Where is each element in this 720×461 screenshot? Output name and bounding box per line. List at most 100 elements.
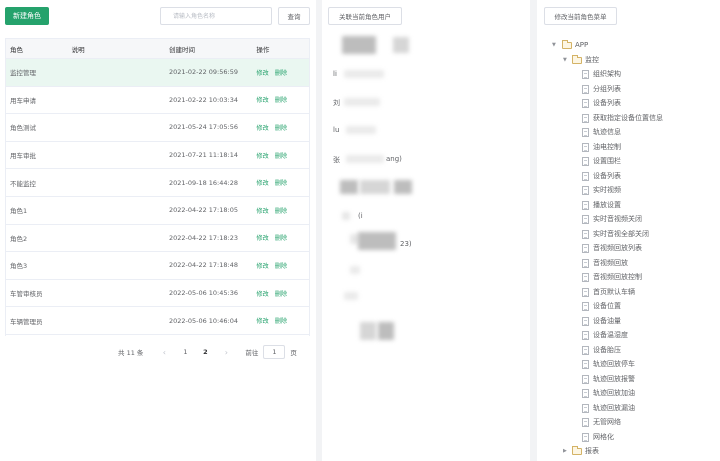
tree-leaf[interactable]: 分组列表 — [537, 82, 720, 97]
tree-leaf[interactable]: 轨迹回放漏油 — [537, 401, 720, 416]
edit-link[interactable]: 修改 — [256, 206, 268, 215]
row-actions: 修改 删除 — [256, 178, 309, 187]
table-row[interactable]: 角色测试 2021-05-24 17:05:56 修改 删除 — [6, 114, 309, 142]
edit-link[interactable]: 修改 — [256, 261, 268, 270]
table-row[interactable]: 角色1 2022-04-22 17:18:05 修改 删除 — [6, 197, 309, 225]
caret-down-icon[interactable]: ▼ — [563, 57, 567, 63]
document-icon — [582, 389, 589, 398]
delete-link[interactable]: 删除 — [275, 261, 287, 270]
goto-page-input[interactable] — [263, 345, 286, 359]
role-created: 2022-04-22 17:18:23 — [168, 233, 238, 242]
edit-role-menu-button[interactable]: 修改当前角色菜单 — [544, 7, 617, 25]
delete-link[interactable]: 删除 — [275, 206, 287, 215]
delete-link[interactable]: 删除 — [275, 289, 287, 298]
tree-leaf[interactable]: 实时音视频关闭 — [537, 212, 720, 227]
edit-link[interactable]: 修改 — [256, 316, 268, 325]
edit-link[interactable]: 修改 — [256, 233, 268, 242]
redacted-block — [346, 155, 384, 163]
delete-link[interactable]: 删除 — [275, 95, 287, 104]
table-row[interactable]: 车辆管理员 2022-05-06 10:46:04 修改 删除 — [6, 307, 309, 335]
redacted-block — [393, 37, 409, 53]
table-row[interactable]: 角色2 2022-04-22 17:18:23 修改 删除 — [6, 225, 309, 253]
tree-leaf[interactable]: 首页默认车辆 — [537, 285, 720, 300]
tree-node-report[interactable]: ▶ 报表 — [537, 444, 720, 459]
tree-leaf[interactable]: 轨迹回放报警 — [537, 372, 720, 387]
tree-leaf[interactable]: 设备温湿度 — [537, 328, 720, 343]
tree-leaf[interactable]: 音视频回放 — [537, 256, 720, 271]
chevron-left-icon[interactable]: ‹ — [153, 348, 175, 357]
tree-leaf[interactable]: 设备列表 — [537, 169, 720, 184]
table-row[interactable]: 用车审批 2021-07-21 11:18:14 修改 删除 — [6, 142, 309, 170]
tree-node-monitor[interactable]: ▼ 监控 — [537, 53, 720, 68]
tree-leaf[interactable]: 油电控制 — [537, 140, 720, 155]
edit-link[interactable]: 修改 — [256, 123, 268, 132]
role-created: 2022-05-06 10:45:36 — [168, 289, 238, 298]
table-row[interactable]: 用车申请 2021-02-22 10:03:34 修改 删除 — [6, 87, 309, 115]
role-created: 2021-05-24 17:05:56 — [168, 123, 238, 132]
role-created: 2022-04-22 17:18:48 — [168, 261, 238, 270]
table-row[interactable]: 监控管理 2021-02-22 09:56:59 修改 删除 — [6, 59, 309, 87]
page-2[interactable]: 2 — [195, 348, 215, 356]
redacted-block — [342, 212, 350, 220]
tree-leaf[interactable]: 设备油量 — [537, 314, 720, 329]
table-row[interactable]: 车管审核员 2022-05-06 10:45:36 修改 删除 — [6, 280, 309, 308]
tree-leaf[interactable]: 音视频回放控制 — [537, 270, 720, 285]
users-panel: 关联当前角色用户 li 刘 lu 张 ang) (i 23) — [322, 0, 530, 461]
edit-link[interactable]: 修改 — [256, 95, 268, 104]
document-icon — [582, 418, 589, 427]
tree-leaf[interactable]: 设备位置 — [537, 299, 720, 314]
role-search-input[interactable] — [160, 7, 272, 25]
tree-leaf[interactable]: 获取指定设备位置信息 — [537, 111, 720, 126]
search-button[interactable]: 查询 — [278, 7, 310, 25]
tree-leaf[interactable]: 设置围栏 — [537, 154, 720, 169]
document-icon — [582, 99, 589, 108]
document-icon — [582, 432, 589, 442]
delete-link[interactable]: 删除 — [275, 151, 287, 160]
tree-node-app[interactable]: ▼ APP — [537, 38, 720, 53]
table-body: 监控管理 2021-02-22 09:56:59 修改 删除 用车申请 2021-02-2… — [6, 59, 309, 335]
delete-link[interactable]: 删除 — [275, 178, 287, 187]
table-row[interactable]: 不能监控 2021-09-18 16:44:28 修改 删除 — [6, 169, 309, 197]
user-fragment: (i — [358, 212, 363, 220]
pagination-total: 共 11 条 — [118, 349, 144, 357]
tree-leaf[interactable]: 设备列表 — [537, 96, 720, 111]
tree-leaf[interactable]: 设备胎压 — [537, 343, 720, 358]
tree-leaf[interactable]: 网格化 — [537, 430, 720, 445]
delete-link[interactable]: 删除 — [275, 123, 287, 132]
edit-link[interactable]: 修改 — [256, 151, 268, 160]
redacted-block — [360, 322, 376, 340]
table-row[interactable]: 角色3 2022-04-22 17:18:48 修改 删除 — [6, 252, 309, 280]
associate-users-button[interactable]: 关联当前角色用户 — [328, 7, 402, 25]
delete-link[interactable]: 删除 — [275, 316, 287, 325]
tree-leaf-list: 组织架构 分组列表 设备列表 获取指定设备位置信息 轨迹信息 油电控制 设置围栏 设备列表 实时… — [537, 67, 720, 444]
pagination: 共 11 条 ‹ 1 2 › 前往 页 — [118, 345, 297, 359]
redacted-block — [346, 126, 376, 134]
delete-link[interactable]: 删除 — [275, 68, 287, 77]
user-fragment: lu — [333, 126, 340, 134]
column-header-desc: 说明 — [71, 45, 85, 54]
tree-leaf[interactable]: 无管网络 — [537, 415, 720, 430]
tree-leaf[interactable]: 组织架构 — [537, 67, 720, 82]
tree-leaf[interactable]: 实时视频 — [537, 183, 720, 198]
tree-leaf[interactable]: 播放设置 — [537, 198, 720, 213]
delete-link[interactable]: 删除 — [275, 233, 287, 242]
redacted-block — [344, 292, 358, 300]
role-name: 不能监控 — [10, 179, 36, 188]
tree-leaf[interactable]: 轨迹回放加油 — [537, 386, 720, 401]
tree-leaf[interactable]: 实时音视全部关闭 — [537, 227, 720, 242]
chevron-right-icon[interactable]: › — [215, 348, 237, 357]
page-1[interactable]: 1 — [175, 348, 195, 356]
document-icon — [582, 302, 589, 311]
document-icon — [582, 273, 589, 282]
tree-leaf[interactable]: 音视频回放列表 — [537, 241, 720, 256]
caret-down-icon[interactable]: ▼ — [552, 42, 556, 48]
edit-link[interactable]: 修改 — [256, 289, 268, 298]
caret-right-icon[interactable]: ▶ — [563, 448, 567, 454]
redacted-block — [344, 98, 380, 106]
new-role-button[interactable]: 新建角色 — [5, 7, 49, 25]
tree-leaf[interactable]: 轨迹回放停车 — [537, 357, 720, 372]
tree-leaf[interactable]: 轨迹信息 — [537, 125, 720, 140]
edit-link[interactable]: 修改 — [256, 178, 268, 187]
role-name: 车管审核员 — [10, 290, 43, 299]
edit-link[interactable]: 修改 — [256, 68, 268, 77]
